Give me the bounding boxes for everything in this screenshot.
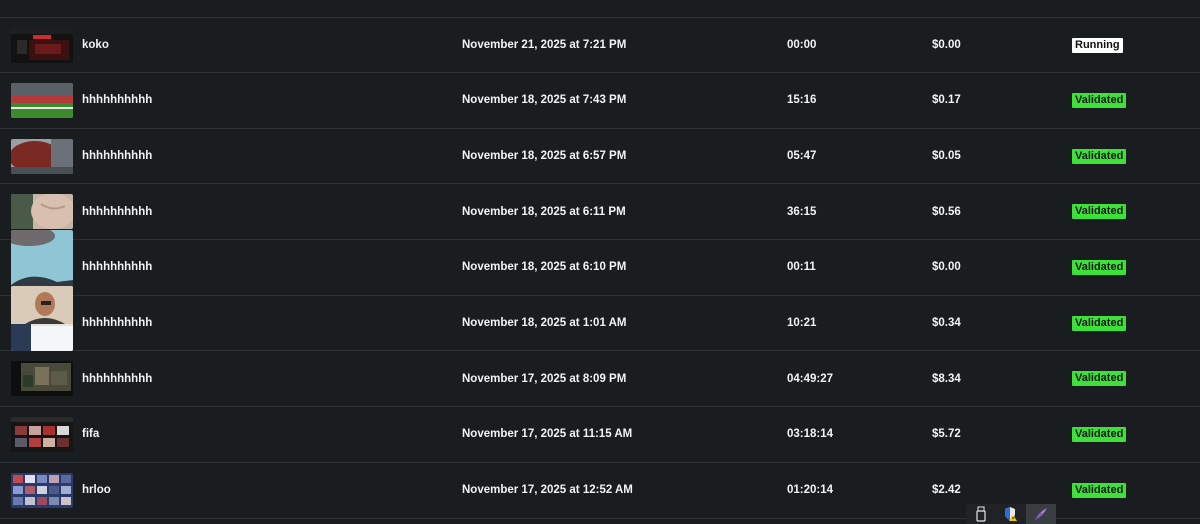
status-cell: Validated: [1072, 73, 1127, 128]
table-body: koko November 21, 2025 at 7:21 PM 00:00 …: [0, 18, 1200, 519]
recording-duration: 00:00: [787, 39, 817, 51]
table-row[interactable]: hhhhhhhhhh November 18, 2025 at 6:10 PM …: [0, 230, 1200, 296]
recording-date: November 17, 2025 at 12:52 AM: [462, 484, 633, 497]
recording-name[interactable]: hhhhhhhhhh: [82, 73, 152, 128]
status-badge: Validated: [1072, 204, 1127, 220]
recording-cost: $0.00: [932, 39, 961, 51]
status-badge: Validated: [1072, 371, 1127, 387]
recording-date: November 18, 2025 at 6:57 PM: [462, 150, 627, 163]
recording-name[interactable]: hhhhhhhhhh: [82, 184, 152, 239]
table-row[interactable]: hhhhhhhhhh November 18, 2025 at 6:57 PM …: [0, 129, 1200, 185]
table-header: [0, 0, 1200, 18]
video-thumbnail[interactable]: [11, 194, 73, 230]
recording-cost: $0.56: [932, 205, 961, 218]
status-cell: Validated: [1072, 240, 1127, 295]
table-row[interactable]: hhhhhhhhhh November 18, 2025 at 1:01 AM …: [0, 285, 1200, 352]
recording-cost: $5.72: [932, 428, 961, 441]
recording-date: November 18, 2025 at 6:11 PM: [462, 205, 626, 218]
video-thumbnail[interactable]: [11, 417, 73, 453]
recording-cost: $0.34: [932, 317, 961, 330]
recording-date: November 17, 2025 at 11:15 AM: [462, 428, 633, 441]
recording-cost: $0.00: [932, 261, 961, 274]
recording-date: November 21, 2025 at 7:21 PM: [462, 39, 627, 51]
status-badge: Validated: [1072, 426, 1127, 442]
recordings-table: koko November 21, 2025 at 7:21 PM 00:00 …: [0, 0, 1200, 524]
video-thumbnail[interactable]: [11, 138, 73, 174]
status-badge: Validated: [1072, 482, 1127, 498]
security-button[interactable]: [996, 504, 1026, 524]
recording-name[interactable]: hhhhhhhhhh: [82, 240, 152, 295]
table-row[interactable]: hhhhhhhhhh November 18, 2025 at 6:11 PM …: [0, 184, 1200, 241]
recording-duration: 15:16: [787, 94, 817, 107]
status-badge: Validated: [1072, 315, 1127, 331]
pen-app-button[interactable]: [1026, 504, 1056, 524]
recording-duration: 04:49:27: [787, 372, 834, 385]
recording-date: November 17, 2025 at 8:09 PM: [462, 372, 627, 385]
video-thumbnail[interactable]: [11, 285, 73, 351]
video-thumbnail[interactable]: [11, 83, 73, 118]
video-thumbnail[interactable]: [11, 361, 73, 397]
recording-name[interactable]: fifa: [82, 407, 99, 462]
system-taskbar: [966, 504, 1058, 524]
recording-name[interactable]: hhhhhhhhhh: [82, 296, 152, 351]
recording-name[interactable]: hrloo: [82, 463, 111, 518]
security-shield-icon: [1005, 507, 1017, 521]
recording-duration: 36:15: [787, 205, 817, 218]
recording-duration: 10:21: [787, 317, 817, 330]
status-cell: Validated: [1072, 407, 1127, 462]
usb-drive-button[interactable]: [966, 504, 996, 524]
usb-drive-icon: [976, 506, 986, 522]
table-row[interactable]: koko November 21, 2025 at 7:21 PM 00:00 …: [0, 18, 1200, 73]
status-cell: Validated: [1072, 184, 1127, 239]
status-cell: Validated: [1072, 463, 1127, 518]
video-thumbnail[interactable]: [11, 472, 73, 508]
status-cell: Validated: [1072, 129, 1127, 184]
table-row[interactable]: hhhhhhhhhh November 18, 2025 at 7:43 PM …: [0, 73, 1200, 129]
status-cell: Validated: [1072, 296, 1127, 351]
recording-name[interactable]: hhhhhhhhhh: [82, 351, 152, 406]
recording-cost: $8.34: [932, 372, 961, 385]
status-badge: Validated: [1072, 259, 1127, 275]
video-thumbnail[interactable]: [11, 28, 73, 63]
recording-name[interactable]: hhhhhhhhhh: [82, 129, 152, 184]
recording-cost: $2.42: [932, 484, 961, 497]
recording-duration: 01:20:14: [787, 484, 834, 497]
table-row[interactable]: hhhhhhhhhh November 17, 2025 at 8:09 PM …: [0, 351, 1200, 408]
status-cell: Running: [1072, 18, 1123, 72]
pen-feather-icon: [1034, 508, 1047, 521]
status-badge: Validated: [1072, 148, 1127, 164]
recording-date: November 18, 2025 at 1:01 AM: [462, 317, 627, 330]
recording-duration: 00:11: [787, 261, 816, 274]
status-badge: Running: [1072, 37, 1123, 53]
recording-cost: $0.05: [932, 150, 961, 163]
recording-date: November 18, 2025 at 6:10 PM: [462, 261, 627, 274]
recording-cost: $0.17: [932, 94, 961, 107]
status-cell: Validated: [1072, 351, 1127, 406]
status-badge: Validated: [1072, 92, 1127, 108]
recording-name[interactable]: koko: [82, 18, 109, 72]
table-row[interactable]: fifa November 17, 2025 at 11:15 AM 03:18…: [0, 407, 1200, 463]
recording-date: November 18, 2025 at 7:43 PM: [462, 94, 627, 107]
recording-duration: 03:18:14: [787, 428, 834, 441]
recording-duration: 05:47: [787, 150, 817, 163]
